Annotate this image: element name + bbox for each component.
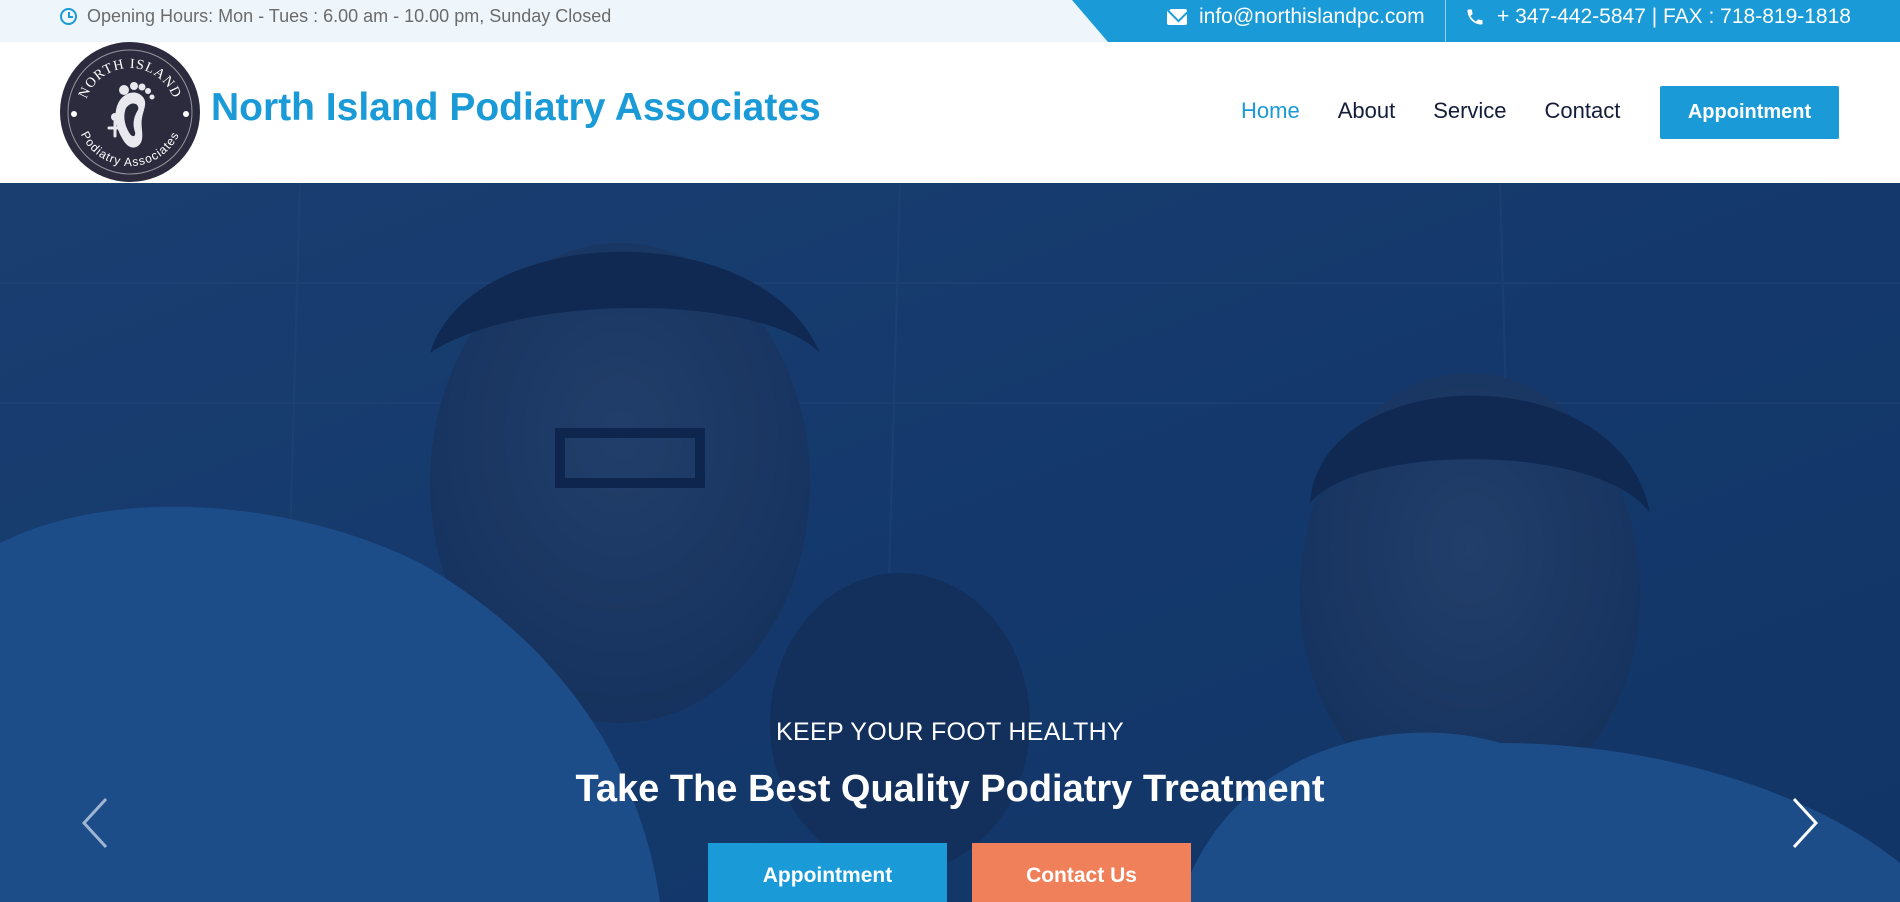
opening-hours: Opening Hours: Mon - Tues : 6.00 am - 10…: [60, 0, 611, 32]
slider-prev-button[interactable]: [76, 793, 116, 853]
top-bar-contact: info@northislandpc.com + 347-442-5847 | …: [1072, 0, 1900, 42]
slider-next-button[interactable]: [1784, 793, 1824, 853]
nav-item-home[interactable]: Home: [1241, 98, 1300, 124]
site-logo[interactable]: NORTH ISLAND Podiatry Associates: [60, 42, 200, 182]
email-link[interactable]: info@northislandpc.com: [1167, 0, 1425, 34]
hero-appointment-button[interactable]: Appointment: [708, 843, 947, 902]
phone-link[interactable]: + 347-442-5847 | FAX : 718-819-1818: [1465, 0, 1851, 34]
hero-subtitle: KEEP YOUR FOOT HEALTHY: [776, 718, 1124, 746]
site-header: NORTH ISLAND Podiatry Associates North I…: [0, 42, 1900, 183]
appointment-button[interactable]: Appointment: [1660, 86, 1839, 139]
nav-item-contact[interactable]: Contact: [1545, 98, 1621, 124]
site-title[interactable]: North Island Podiatry Associates: [211, 86, 821, 130]
phone-icon: [1465, 7, 1485, 27]
opening-hours-text: Opening Hours: Mon - Tues : 6.00 am - 10…: [87, 5, 612, 26]
main-nav: Home About Service Contact: [1241, 98, 1620, 124]
hero-slider: KEEP YOUR FOOT HEALTHY Take The Best Qua…: [0, 183, 1900, 902]
hero-contact-button[interactable]: Contact Us: [972, 843, 1191, 902]
chevron-right-icon: [1792, 797, 1819, 849]
nav-item-about[interactable]: About: [1338, 98, 1396, 124]
clock-icon: [60, 7, 77, 25]
top-bar-divider: [1445, 0, 1446, 42]
top-bar: Opening Hours: Mon - Tues : 6.00 am - 10…: [0, 0, 1900, 42]
hero-title: Take The Best Quality Podiatry Treatment: [575, 768, 1325, 810]
envelope-icon: [1167, 9, 1187, 25]
phone-text[interactable]: + 347-442-5847 | FAX : 718-819-1818: [1497, 5, 1851, 29]
chevron-left-icon: [81, 797, 108, 849]
email-text[interactable]: info@northislandpc.com: [1199, 5, 1425, 29]
nav-item-service[interactable]: Service: [1433, 98, 1506, 124]
